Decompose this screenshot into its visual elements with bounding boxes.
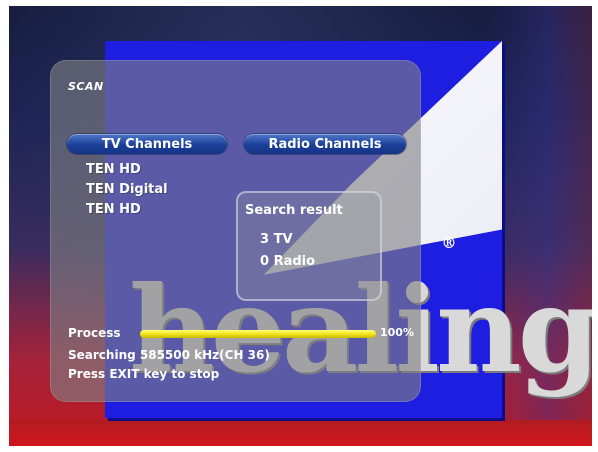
tab-radio-channels[interactable]: Radio Channels — [244, 134, 406, 154]
osd-title: SCAN — [68, 80, 104, 93]
tv-channel-list: TEN HD TEN Digital TEN HD — [86, 160, 168, 220]
process-label: Process — [68, 326, 121, 340]
scan-osd-panel: SCAN TV Channels Radio Channels TEN HD T… — [50, 60, 421, 402]
searching-status: Searching 585500 kHz(CH 36) — [68, 348, 270, 362]
scan-progress-bar — [140, 330, 376, 338]
channel-item[interactable]: TEN HD — [86, 160, 168, 180]
bottom-red-band — [9, 420, 592, 446]
result-tv-count: 3 TV — [260, 232, 293, 247]
tv-screen: ® healing SCAN TV Channels Radio Channel… — [9, 6, 592, 446]
exit-hint: Press EXIT key to stop — [68, 367, 220, 381]
result-radio-count: 0 Radio — [260, 254, 316, 269]
channel-item[interactable]: TEN Digital — [86, 180, 168, 200]
channel-item[interactable]: TEN HD — [86, 200, 168, 220]
scan-progress-fill — [140, 330, 376, 338]
tab-tv-channels[interactable]: TV Channels — [67, 134, 227, 154]
progress-percent: 100% — [380, 326, 414, 339]
search-result-title: Search result — [245, 203, 343, 218]
search-result-box: Search result 3 TV 0 Radio — [236, 191, 382, 301]
registered-mark: ® — [441, 234, 457, 252]
